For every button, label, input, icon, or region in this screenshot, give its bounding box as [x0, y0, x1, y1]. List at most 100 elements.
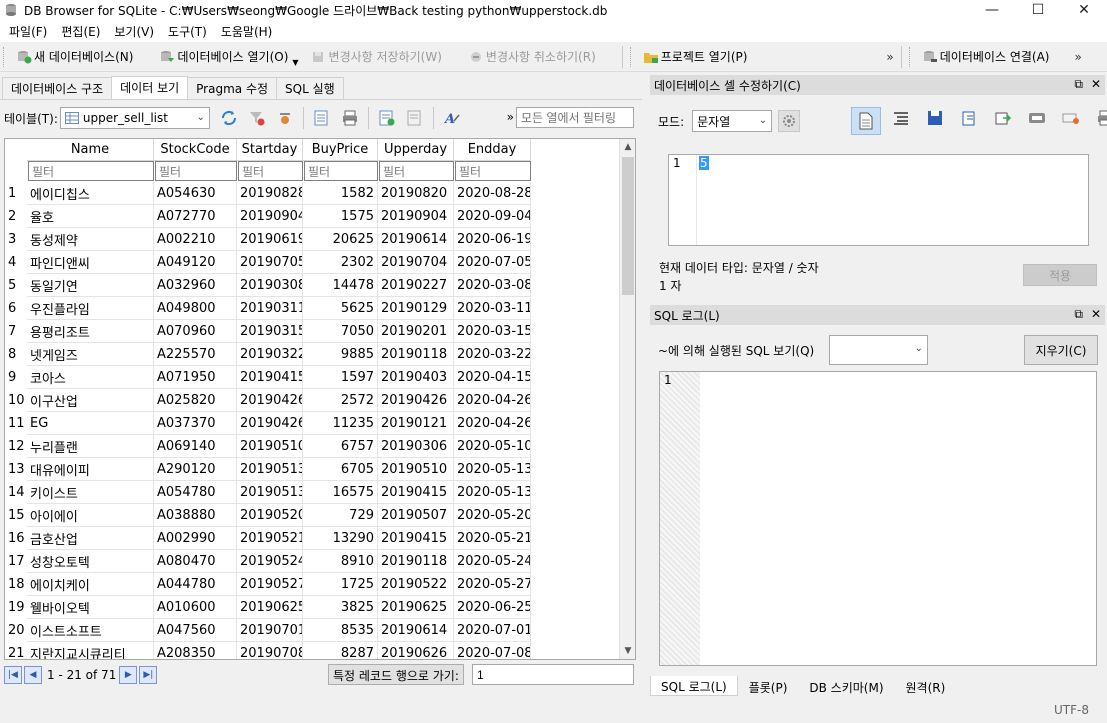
table-cell[interactable]: A038880	[154, 504, 237, 527]
insert-record-button[interactable]	[376, 107, 398, 129]
new-database-button[interactable]: 새 데이터베이스(N)	[10, 45, 139, 69]
table-cell[interactable]: 우진플라임	[27, 297, 154, 320]
row-number[interactable]: 11	[5, 412, 27, 435]
table-cell[interactable]: 20190708	[237, 642, 303, 659]
table-cell[interactable]: 2020-07-01	[454, 619, 531, 642]
row-number[interactable]: 12	[5, 435, 27, 458]
row-number[interactable]: 19	[5, 596, 27, 619]
table-cell[interactable]: A049120	[154, 251, 237, 274]
table-cell[interactable]: A080470	[154, 550, 237, 573]
table-cell[interactable]: 20190513	[237, 481, 303, 504]
open-database-button[interactable]: 데이터베이스 열기(O) ▼	[153, 45, 304, 69]
table-cell[interactable]: 20190118	[378, 343, 454, 366]
erase-button[interactable]	[1057, 107, 1085, 129]
write-changes-button[interactable]: 변경사항 저장하기(W)	[305, 45, 448, 69]
table-cell[interactable]: 20190626	[378, 642, 454, 659]
table-cell[interactable]: 20190625	[378, 596, 454, 619]
table-cell[interactable]: A054780	[154, 481, 237, 504]
vertical-scrollbar[interactable]: ▲ ▼	[619, 139, 635, 659]
table-cell[interactable]: A002210	[154, 228, 237, 251]
table-cell[interactable]: 13290	[303, 527, 378, 550]
revert-changes-button[interactable]: 변경사항 취소하기(R)	[462, 45, 602, 69]
table-cell[interactable]: 에이치케이	[27, 573, 154, 596]
table-cell[interactable]: 20190507	[378, 504, 454, 527]
table-cell[interactable]: 웰바이오텍	[27, 596, 154, 619]
clear-log-button[interactable]: 지우기(C)	[1024, 335, 1098, 365]
table-cell[interactable]: A010600	[154, 596, 237, 619]
table-cell[interactable]: 1725	[303, 573, 378, 596]
menu-tools[interactable]: 도구(T)	[161, 23, 214, 40]
table-cell[interactable]: 7050	[303, 320, 378, 343]
table-cell[interactable]: 이구산업	[27, 389, 154, 412]
table-cell[interactable]: 용평리조트	[27, 320, 154, 343]
table-cell[interactable]: 20190705	[237, 251, 303, 274]
scroll-thumb[interactable]	[622, 157, 634, 295]
row-number[interactable]: 6	[5, 297, 27, 320]
table-cell[interactable]: 2020-07-05	[454, 251, 531, 274]
table-cell[interactable]: 9885	[303, 343, 378, 366]
row-number[interactable]: 16	[5, 527, 27, 550]
table-cell[interactable]: 2020-06-25	[454, 596, 531, 619]
chevron-down-icon[interactable]: ▼	[292, 58, 298, 67]
row-number[interactable]: 18	[5, 573, 27, 596]
column-header[interactable]: Startday	[237, 139, 303, 161]
menu-edit[interactable]: 편집(E)	[54, 23, 107, 40]
table-cell[interactable]: 2572	[303, 389, 378, 412]
table-cell[interactable]: 2020-04-26	[454, 412, 531, 435]
table-cell[interactable]: 2020-03-22	[454, 343, 531, 366]
first-record-button[interactable]: |◀	[4, 666, 22, 684]
table-cell[interactable]: A037370	[154, 412, 237, 435]
table-cell[interactable]: 20190820	[378, 182, 454, 205]
float-icon[interactable]: ⧉	[1074, 77, 1083, 92]
table-cell[interactable]: 동일기연	[27, 274, 154, 297]
column-header[interactable]: Endday	[454, 139, 531, 161]
table-cell[interactable]: 2020-03-15	[454, 320, 531, 343]
close-icon[interactable]: ✕	[1091, 307, 1101, 322]
table-cell[interactable]: A032960	[154, 274, 237, 297]
table-cell[interactable]: 20190129	[378, 297, 454, 320]
table-cell[interactable]: 대유에이피	[27, 458, 154, 481]
table-cell[interactable]: 아이에이	[27, 504, 154, 527]
mode-select[interactable]: 문자열 ⌄	[692, 110, 773, 132]
table-cell[interactable]: 20190904	[237, 205, 303, 228]
table-cell[interactable]: 2020-05-13	[454, 458, 531, 481]
column-header[interactable]: BuyPrice	[303, 139, 378, 161]
row-number[interactable]: 17	[5, 550, 27, 573]
minimize-button[interactable]: —	[969, 0, 1015, 20]
table-cell[interactable]: A070960	[154, 320, 237, 343]
table-cell[interactable]: 20190521	[237, 527, 303, 550]
table-cell[interactable]: 20625	[303, 228, 378, 251]
export-to-file-button[interactable]	[989, 107, 1017, 129]
column-filter-input[interactable]: 필터	[455, 161, 531, 181]
table-cell[interactable]: 20190510	[378, 458, 454, 481]
table-cell[interactable]: 20190614	[378, 228, 454, 251]
table-cell[interactable]: 2020-08-28	[454, 182, 531, 205]
attach-database-button[interactable]: 데이터베이스 연결(A)	[916, 45, 1056, 69]
set-null-button[interactable]	[1023, 107, 1051, 129]
table-cell[interactable]: 20190524	[237, 550, 303, 573]
table-cell[interactable]: 2020-05-21	[454, 527, 531, 550]
table-cell[interactable]: A054630	[154, 182, 237, 205]
maximize-button[interactable]: ☐	[1015, 0, 1061, 20]
row-number[interactable]: 2	[5, 205, 27, 228]
table-cell[interactable]: 20190403	[378, 366, 454, 389]
table-cell[interactable]: 20190415	[237, 366, 303, 389]
table-cell[interactable]: A071950	[154, 366, 237, 389]
row-number[interactable]: 7	[5, 320, 27, 343]
cell-editor-textarea[interactable]: 1 5	[668, 154, 1089, 246]
table-cell[interactable]: 20190614	[378, 619, 454, 642]
table-cell[interactable]: 2020-05-27	[454, 573, 531, 596]
toolbar-grip[interactable]	[908, 46, 913, 67]
table-cell[interactable]: A069140	[154, 435, 237, 458]
table-cell[interactable]: 20190510	[237, 435, 303, 458]
close-button[interactable]: ✕	[1061, 0, 1107, 20]
table-cell[interactable]: A025820	[154, 389, 237, 412]
data-grid[interactable]: Name 필터 StockCode 필터 Startday 필터 BuyPrice 필터 Upp…	[4, 138, 636, 660]
table-cell[interactable]: 2020-05-10	[454, 435, 531, 458]
table-cell[interactable]: 5625	[303, 297, 378, 320]
row-number[interactable]: 10	[5, 389, 27, 412]
table-cell[interactable]: 20190625	[237, 596, 303, 619]
menu-view[interactable]: 보기(V)	[107, 23, 161, 40]
refresh-button[interactable]	[218, 107, 240, 129]
tab-execute-sql[interactable]: SQL 실행	[276, 77, 344, 99]
